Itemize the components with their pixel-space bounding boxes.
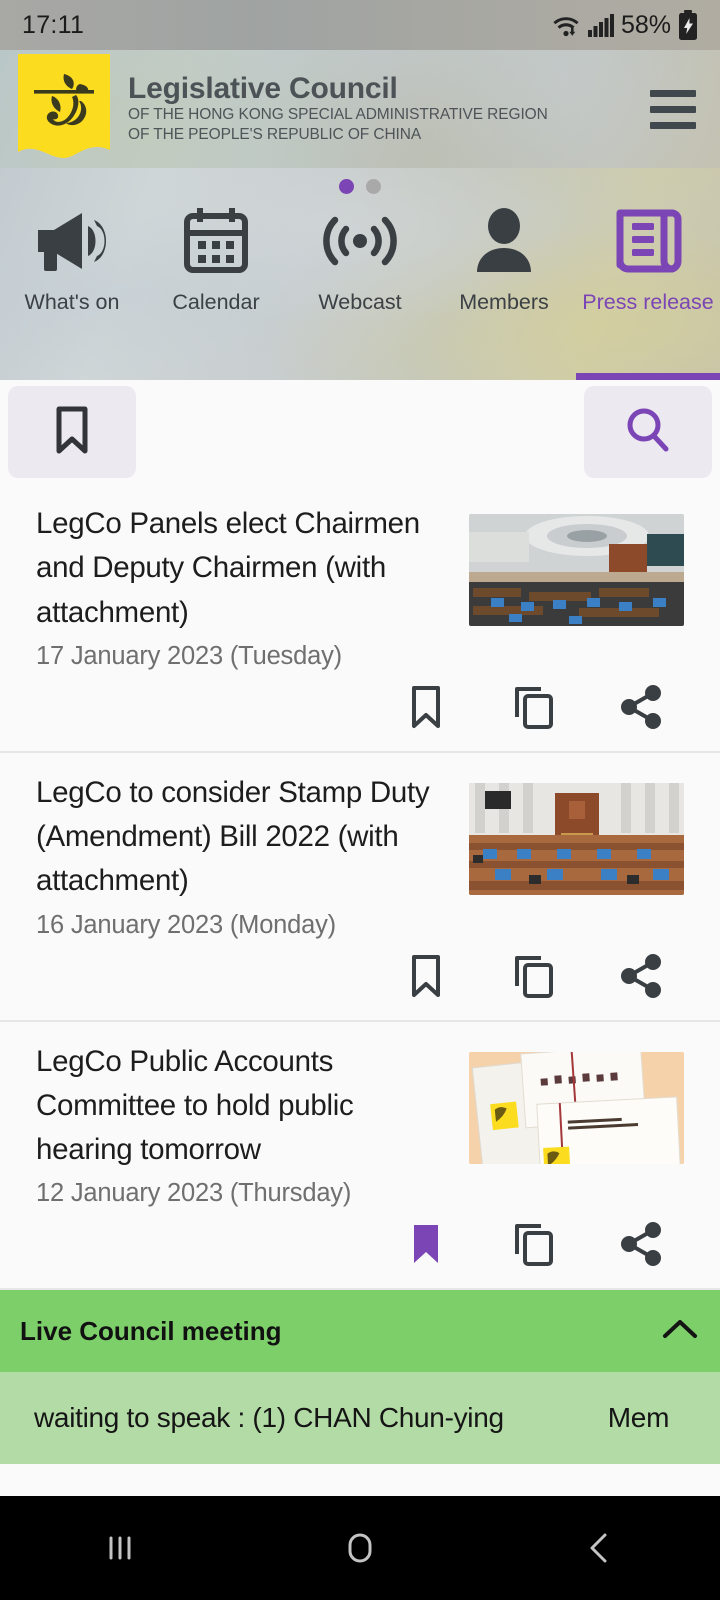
news-date: 12 January 2023 (Thursday)	[36, 1179, 352, 1208]
person-icon	[471, 198, 537, 284]
share-icon[interactable]	[616, 1218, 668, 1270]
live-meeting-ticker[interactable]: waiting to speak : (1) CHAN Chun-ying Me…	[0, 1372, 720, 1465]
bookmark-icon[interactable]	[400, 1218, 452, 1270]
battery-percent-label: 58%	[620, 10, 671, 39]
news-date: 17 January 2023 (Tuesday)	[36, 641, 342, 670]
signal-icon	[587, 13, 614, 37]
news-thumbnail[interactable]	[469, 782, 684, 895]
calendar-icon	[183, 198, 249, 284]
app-header: Legislative Council OF THE HONG KONG SPE…	[0, 50, 720, 168]
back-button[interactable]	[480, 1530, 720, 1566]
copy-icon[interactable]	[508, 1218, 560, 1270]
tab-label: Press release	[582, 290, 714, 314]
scroll-document-icon	[612, 198, 684, 284]
tab-webcast[interactable]: Webcast	[288, 198, 432, 380]
bookmark-icon[interactable]	[400, 681, 452, 733]
search-button[interactable]	[584, 386, 712, 478]
list-toolbar	[0, 380, 720, 484]
news-date: 16 January 2023 (Monday)	[36, 910, 336, 939]
ticker-text: waiting to speak : (1) CHAN Chun-ying	[34, 1402, 504, 1434]
header-subtitle-line1: OF THE HONG KONG SPECIAL ADMINISTRATIVE …	[128, 105, 548, 123]
status-bar: 17:11 58%	[0, 0, 720, 50]
copy-icon[interactable]	[508, 681, 560, 733]
tab-whats-on[interactable]: What's on	[0, 198, 144, 380]
battery-charging-icon	[678, 10, 698, 40]
news-title[interactable]: LegCo Panels elect Chairmen and Deputy C…	[36, 502, 451, 635]
news-thumbnail[interactable]	[469, 514, 684, 626]
chevron-up-icon[interactable]	[660, 1316, 700, 1347]
recents-button[interactable]	[0, 1531, 240, 1565]
tab-calendar[interactable]: Calendar	[144, 198, 288, 380]
tab-label: Calendar	[172, 290, 260, 314]
search-icon	[625, 406, 671, 459]
page-title: Legislative Council	[128, 72, 398, 106]
tab-press-release[interactable]: Press release	[576, 198, 720, 380]
legco-bauhinia-logo	[18, 54, 110, 164]
tab-label: Webcast	[318, 290, 402, 314]
live-meeting-title: Live Council meeting	[20, 1315, 282, 1346]
tab-label: Members	[459, 290, 549, 314]
status-bar-clock: 17:11	[22, 10, 85, 39]
header-titles: Legislative Council OF THE HONG KONG SPE…	[128, 73, 650, 144]
news-title[interactable]: LegCo to consider Stamp Duty (Amendment)…	[36, 771, 451, 904]
phone-screen: 17:11 58% Legislative Council OF THE HON…	[0, 0, 720, 1600]
list-item[interactable]: LegCo to consider Stamp Duty (Amendment)…	[0, 752, 720, 1022]
share-icon[interactable]	[616, 950, 668, 1002]
bookmark-icon	[52, 405, 92, 460]
android-navigation-bar	[0, 1496, 720, 1600]
copy-icon[interactable]	[508, 950, 560, 1002]
broadcast-icon	[320, 198, 400, 284]
bookmark-icon[interactable]	[400, 950, 452, 1002]
news-actions	[36, 671, 684, 739]
news-thumbnail[interactable]	[469, 1051, 684, 1164]
news-title[interactable]: LegCo Public Accounts Committee to hold …	[36, 1040, 451, 1173]
live-meeting-banner[interactable]: Live Council meeting	[0, 1290, 720, 1373]
wifi-icon	[551, 12, 581, 38]
tab-strip: What's on Calendar Webcast Members Press…	[0, 168, 720, 380]
tab-label: What's on	[24, 290, 120, 314]
tab-members[interactable]: Members	[432, 198, 576, 380]
hamburger-menu-icon[interactable]	[650, 89, 696, 129]
share-icon[interactable]	[616, 681, 668, 733]
home-button[interactable]	[240, 1529, 480, 1567]
header-subtitle-line2: OF THE PEOPLE'S REPUBLIC OF CHINA	[128, 125, 422, 143]
news-actions	[36, 1208, 684, 1276]
press-release-list: LegCo Panels elect Chairmen and Deputy C…	[0, 484, 720, 1291]
news-actions	[36, 940, 684, 1008]
megaphone-icon	[30, 198, 114, 284]
list-item[interactable]: LegCo Panels elect Chairmen and Deputy C…	[0, 484, 720, 753]
ticker-text-truncated: Mem	[607, 1402, 670, 1434]
list-item[interactable]: LegCo Public Accounts Committee to hold …	[0, 1021, 720, 1291]
bookmarks-filter-button[interactable]	[8, 386, 136, 478]
